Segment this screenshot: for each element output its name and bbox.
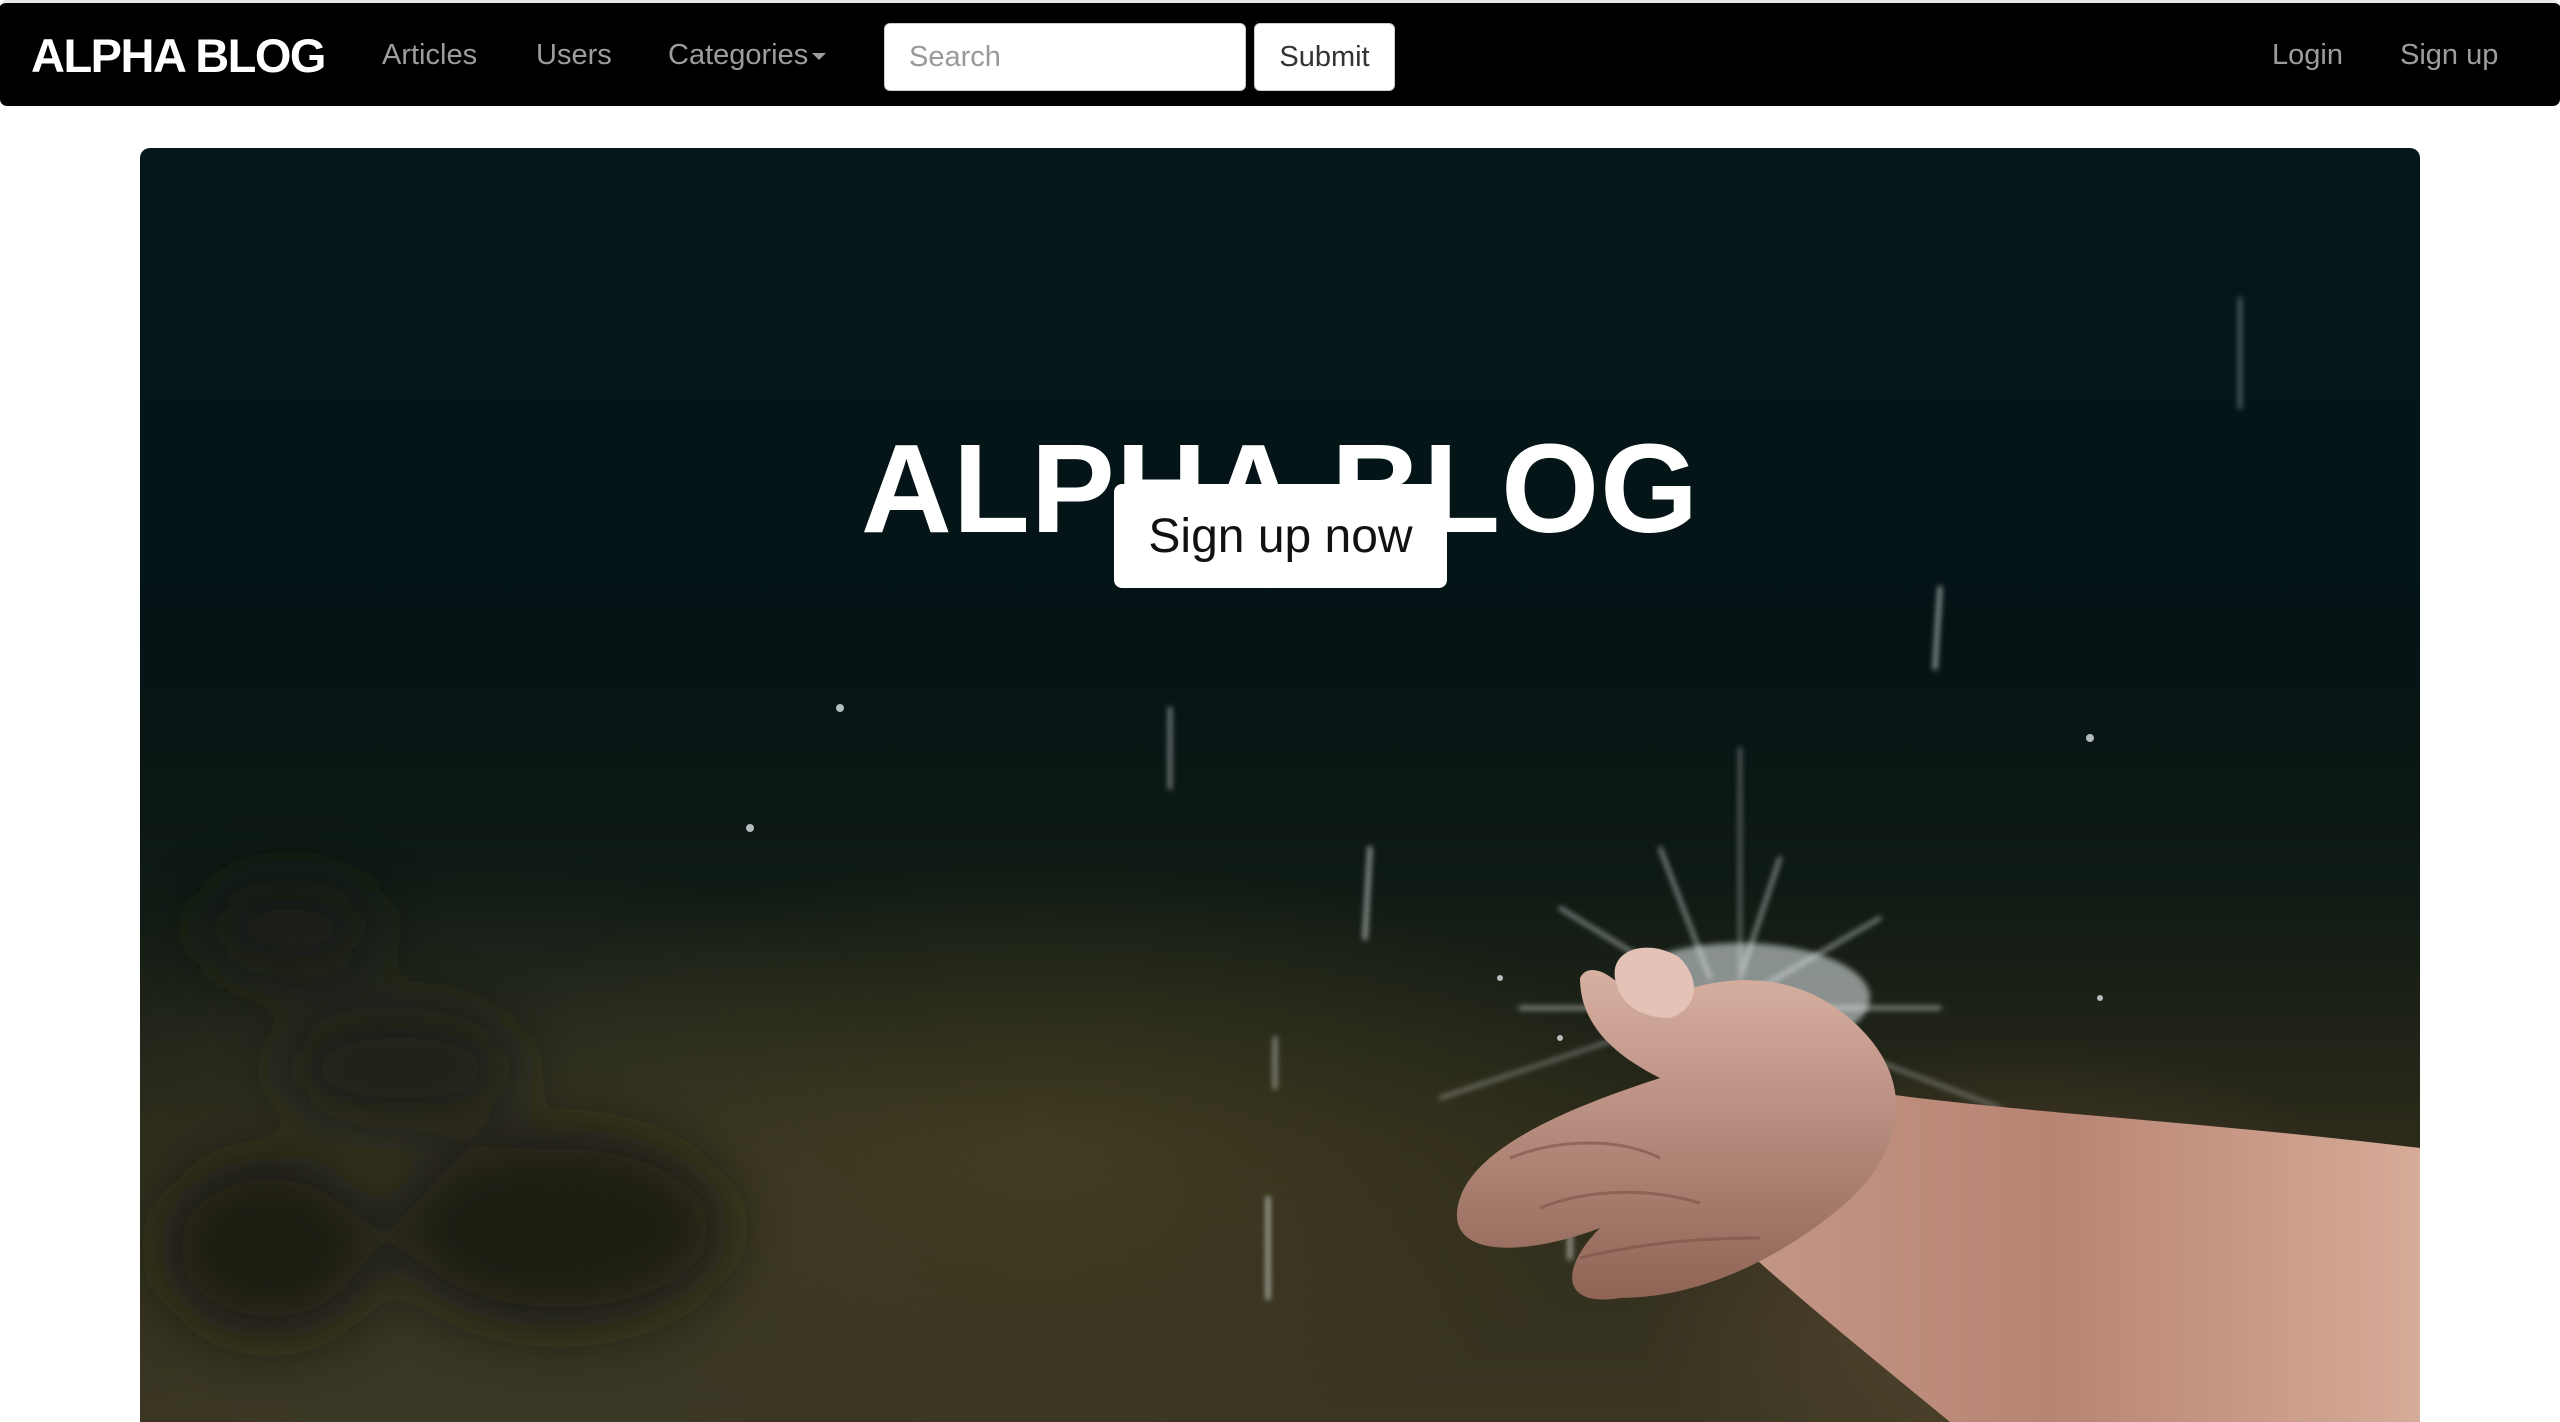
caret-down-icon [812,52,827,60]
top-navbar: ALPHA BLOG Articles Users Categories Sub… [0,0,2560,106]
nav-dropdown-categories[interactable]: Categories [668,39,827,72]
search-input[interactable] [884,23,1246,91]
nav-link-users[interactable]: Users [536,39,612,72]
search-submit-button[interactable]: Submit [1254,23,1395,91]
brand-logo-link[interactable]: ALPHA BLOG [31,28,326,83]
nav-link-signup[interactable]: Sign up [2400,39,2498,72]
nav-categories-label: Categories [668,39,809,71]
signup-now-button[interactable]: Sign up now [1114,484,1447,588]
hero-background-image [160,297,2420,1422]
hero-jumbotron: ALPHA BLOG Sign up now [140,148,2420,1422]
nav-link-articles[interactable]: Articles [382,39,477,72]
nav-link-login[interactable]: Login [2272,39,2343,72]
